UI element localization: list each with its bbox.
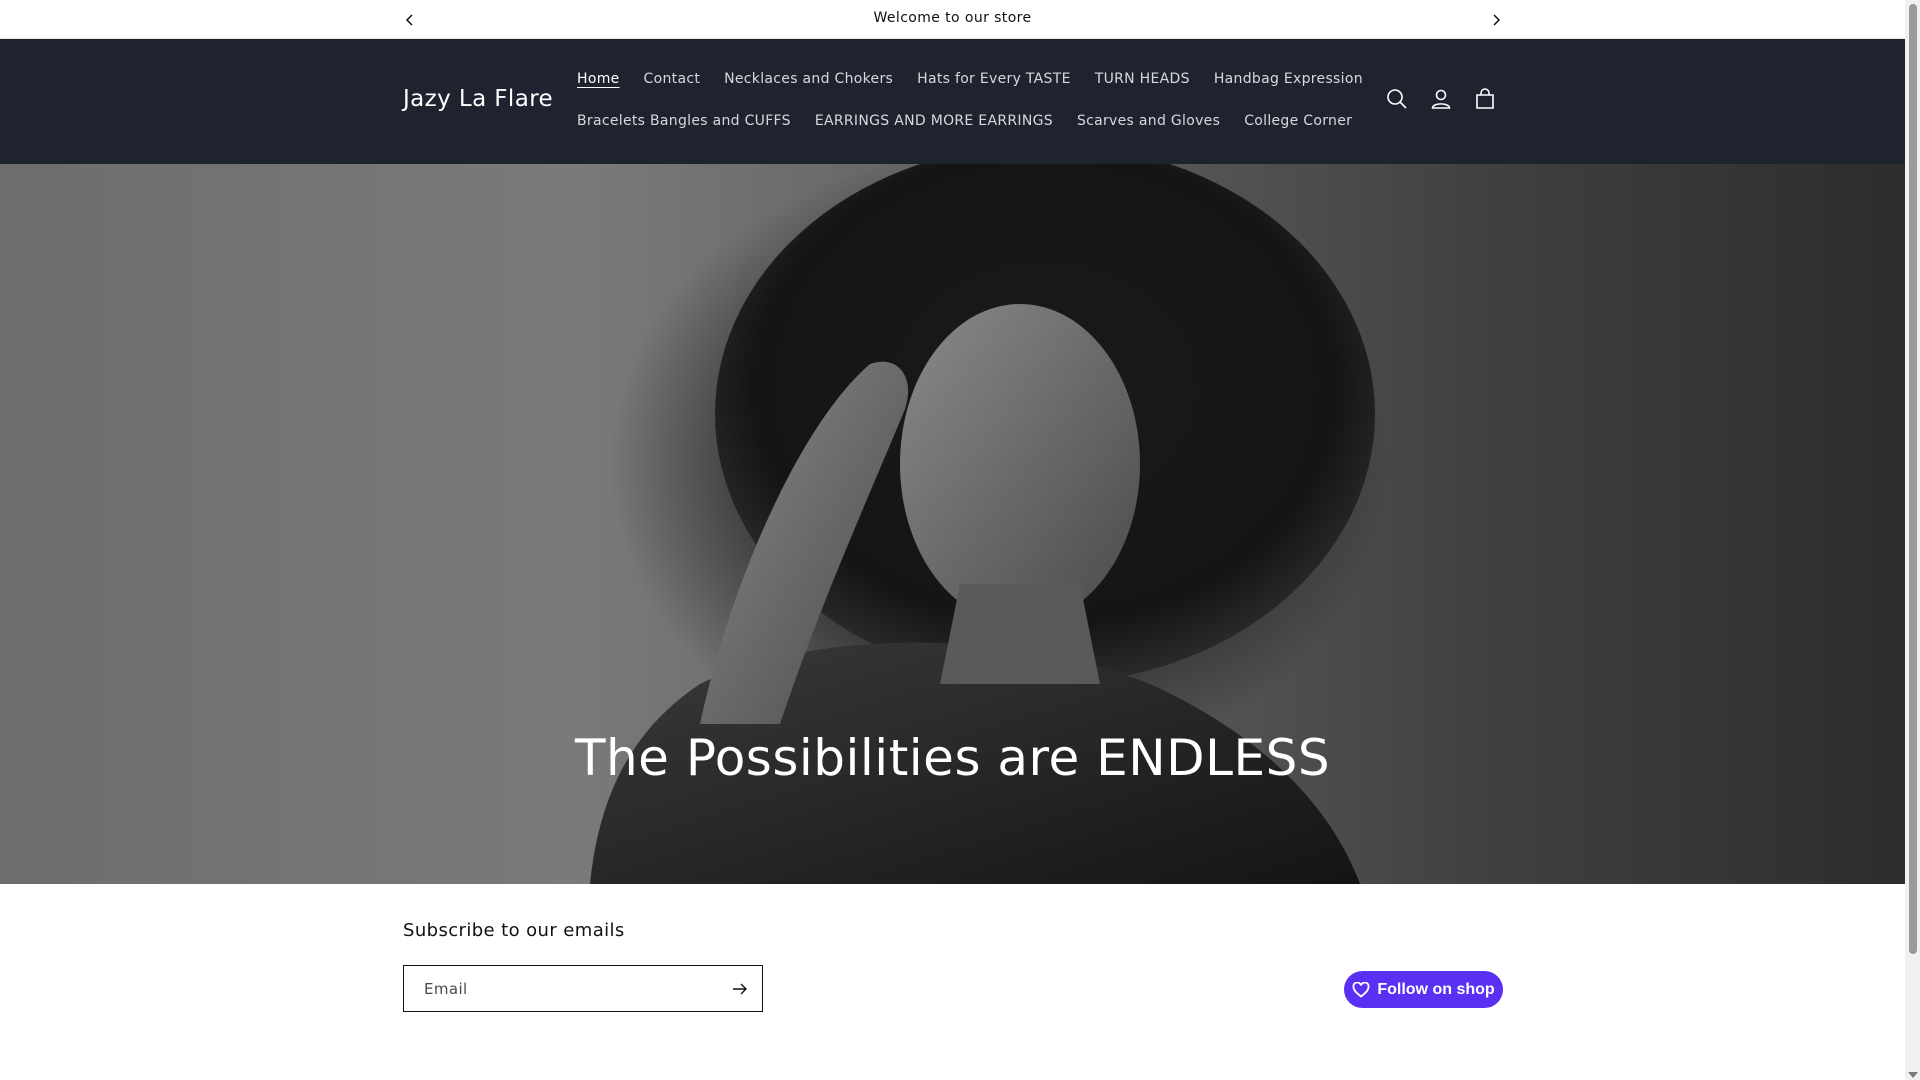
search-icon [1387, 89, 1407, 109]
account-icon [1431, 89, 1451, 109]
scrollbar-thumb[interactable] [1909, 4, 1917, 954]
cart-icon [1476, 88, 1494, 109]
nav-item-turn-heads[interactable]: TURN HEADS [1095, 69, 1190, 89]
scroll-down-arrow-icon[interactable] [1908, 1072, 1918, 1078]
cart-button[interactable] [1472, 86, 1498, 112]
nav-item-handbags[interactable]: Handbag Expression [1214, 69, 1363, 89]
announcement-next-button[interactable] [1482, 6, 1510, 34]
nav-item-hats[interactable]: Hats for Every TASTE [917, 69, 1071, 89]
follow-on-shop-button[interactable]: Follow on shop [1344, 971, 1503, 1008]
main-nav-row-2: Bracelets Bangles and CUFFS EARRINGS AND… [577, 111, 1376, 131]
nav-item-contact[interactable]: Contact [644, 69, 701, 89]
search-button[interactable] [1384, 86, 1410, 112]
nav-item-bracelets[interactable]: Bracelets Bangles and CUFFS [577, 111, 791, 131]
heart-icon [1352, 981, 1370, 998]
account-button[interactable] [1428, 86, 1454, 112]
nav-item-necklaces[interactable]: Necklaces and Chokers [724, 69, 893, 89]
page-scrollbar[interactable] [1905, 0, 1920, 1080]
hero-figure-face [900, 304, 1140, 624]
nav-item-earrings[interactable]: EARRINGS AND MORE EARRINGS [815, 111, 1053, 131]
hero-figure-neck [940, 584, 1100, 684]
site-header: Jazy La Flare Home Contact Necklaces and… [0, 39, 1905, 164]
nav-item-scarves[interactable]: Scarves and Gloves [1077, 111, 1220, 131]
follow-on-shop-label: Follow on shop [1377, 980, 1495, 998]
email-form [403, 965, 763, 1012]
hero-heading: The Possibilities are ENDLESS [574, 729, 1331, 787]
email-input[interactable] [404, 966, 720, 1011]
nav-item-home[interactable]: Home [577, 69, 620, 89]
nav-item-college-corner[interactable]: College Corner [1244, 111, 1352, 131]
chevron-right-icon [1493, 14, 1501, 26]
announcement-bar: Welcome to our store [0, 0, 1905, 39]
announcement-message: Welcome to our store [873, 10, 1032, 26]
arrow-right-icon [733, 983, 747, 995]
newsletter-title: Subscribe to our emails [403, 920, 625, 941]
email-submit-button[interactable] [726, 975, 754, 1003]
main-nav-row-1: Home Contact Necklaces and Chokers Hats … [577, 69, 1387, 89]
store-logo[interactable]: Jazy La Flare [403, 86, 553, 112]
hero-banner: The Possibilities are ENDLESS [0, 164, 1905, 884]
